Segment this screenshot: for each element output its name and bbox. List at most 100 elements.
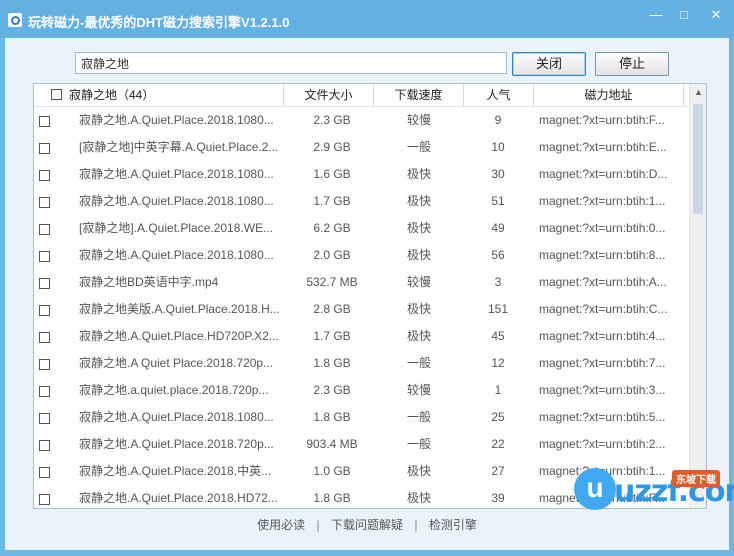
link-read-first[interactable]: 使用必读 — [257, 516, 305, 533]
cell-speed: 极快 — [406, 464, 431, 478]
cell-magnet: magnet:?xt=urn:btih:F... — [539, 113, 665, 127]
header-size[interactable]: 文件大小 — [284, 84, 374, 106]
table-row[interactable]: 寂静之地BD英语中字.mp4 532.7 MB 较慢 3 magnet:?xt=urn:… — [34, 269, 689, 296]
cell-name: 寂静之地.A.Quiet.Place.2018.中英... — [79, 464, 272, 478]
table-row[interactable]: 寂静之地.A.Quiet.Place.2018.1080... 1.7 GB 极快 5… — [34, 188, 689, 215]
cell-size: 1.0 GB — [313, 464, 351, 478]
cell-size: 2.9 GB — [313, 140, 351, 154]
table-row[interactable]: 寂静之地.a.quiet.place.2018.720p... 2.3 GB 较慢 1… — [34, 377, 689, 404]
cell-name: 寂静之地.A.Quiet.Place.HD720P.X2... — [79, 329, 279, 343]
title-bar[interactable]: 玩转磁力-最优秀的DHT磁力搜索引擎V1.2.1.0 — □ ✕ — [0, 0, 734, 38]
cell-name: [寂静之地].A.Quiet.Place.2018.WE... — [79, 221, 274, 235]
cell-popularity: 49 — [491, 221, 505, 235]
header-speed[interactable]: 下载速度 — [374, 84, 464, 106]
cell-magnet: magnet:?xt=urn:btih:0... — [539, 221, 666, 235]
cell-magnet: magnet:?xt=urn:btih:7... — [539, 356, 666, 370]
cell-popularity: 22 — [491, 437, 505, 451]
header-popularity[interactable]: 人气 — [464, 84, 534, 106]
search-input[interactable] — [75, 52, 507, 74]
minimize-button[interactable]: — — [642, 6, 670, 24]
row-checkbox[interactable] — [39, 278, 50, 289]
list-header: 寂静之地（44） 文件大小 下载速度 人气 磁力地址 — [34, 84, 689, 107]
cell-name: 寂静之地.a.quiet.place.2018.720p... — [79, 383, 269, 397]
cell-size: 1.7 GB — [313, 329, 351, 343]
table-row[interactable]: 寂静之地.A.Quiet.Place.2018.1080... 2.0 GB 极快 5… — [34, 242, 689, 269]
header-magnet[interactable]: 磁力地址 — [534, 84, 684, 106]
row-checkbox[interactable] — [39, 305, 50, 316]
link-download-faq[interactable]: 下载问题解疑 — [331, 516, 403, 533]
row-checkbox[interactable] — [39, 440, 50, 451]
row-checkbox[interactable] — [39, 413, 50, 424]
row-checkbox[interactable] — [39, 143, 50, 154]
cell-speed: 极快 — [406, 329, 431, 343]
scrollbar-thumb[interactable] — [693, 104, 703, 214]
select-all-checkbox[interactable] — [51, 89, 62, 100]
row-checkbox[interactable] — [39, 116, 50, 127]
cell-magnet: magnet:?xt=urn:btih:4... — [539, 329, 666, 343]
cell-magnet: magnet:?xt=urn:btih:C... — [539, 302, 668, 316]
table-row[interactable]: [寂静之地]中英字幕.A.Quiet.Place.2... 2.9 GB 一般 10 m… — [34, 134, 689, 161]
cell-name: 寂静之地.A.Quiet.Place.2018.720p... — [79, 437, 274, 451]
table-row[interactable]: 寂静之地.A.Quiet.Place.HD720P.X2... 1.7 GB 极快 4… — [34, 323, 689, 350]
cell-speed: 较慢 — [406, 383, 431, 397]
row-checkbox[interactable] — [39, 197, 50, 208]
table-row[interactable]: 寂静之地.A.Quiet.Place.2018.1080... 1.8 GB 一般 2… — [34, 404, 689, 431]
cell-popularity: 1 — [494, 383, 502, 397]
table-row[interactable]: [寂静之地].A.Quiet.Place.2018.WE... 6.2 GB 极快 4… — [34, 215, 689, 242]
row-checkbox[interactable] — [39, 224, 50, 235]
cell-name: 寂静之地.A.Quiet.Place.2018.1080... — [79, 167, 274, 181]
cell-name: 寂静之地美版.A.Quiet.Place.2018.H... — [79, 302, 280, 316]
cell-size: 2.3 GB — [313, 383, 351, 397]
cell-speed: 一般 — [406, 410, 431, 424]
cell-speed: 极快 — [406, 248, 431, 262]
close-window-button[interactable]: ✕ — [702, 6, 730, 24]
cell-speed: 一般 — [406, 356, 431, 370]
cell-popularity: 10 — [491, 140, 505, 154]
cell-speed: 极快 — [406, 491, 431, 505]
close-button[interactable]: 关闭 — [512, 52, 586, 76]
maximize-button[interactable]: □ — [670, 6, 698, 24]
row-checkbox[interactable] — [39, 386, 50, 397]
link-check-engine[interactable]: 检测引擎 — [429, 516, 477, 533]
search-icon — [8, 13, 22, 27]
table-row[interactable]: 寂静之地.A Quiet Place.2018.720p... 1.8 GB 一般 1… — [34, 350, 689, 377]
cell-popularity: 25 — [491, 410, 505, 424]
vertical-scrollbar[interactable]: ▲ — [689, 84, 706, 508]
row-checkbox[interactable] — [39, 494, 50, 505]
cell-popularity: 12 — [491, 356, 505, 370]
stop-button[interactable]: 停止 — [595, 52, 669, 76]
cell-size: 532.7 MB — [306, 275, 358, 289]
cell-name: 寂静之地.A.Quiet.Place.2018.1080... — [79, 194, 274, 208]
row-checkbox[interactable] — [39, 467, 50, 478]
row-checkbox[interactable] — [39, 332, 50, 343]
cell-popularity: 27 — [491, 464, 505, 478]
cell-name: 寂静之地BD英语中字.mp4 — [79, 275, 219, 289]
table-row[interactable]: 寂静之地.A.Quiet.Place.2018.1080... 1.6 GB 极快 3… — [34, 161, 689, 188]
cell-magnet: magnet:?xt=urn:btih:D... — [539, 167, 668, 181]
cell-name: 寂静之地.A.Quiet.Place.2018.HD72... — [79, 491, 278, 505]
footer-separator: | — [414, 518, 418, 532]
cell-magnet: magnet:?xt=urn:btih:2... — [539, 437, 666, 451]
cell-speed: 较慢 — [406, 113, 431, 127]
row-checkbox[interactable] — [39, 359, 50, 370]
cell-size: 1.7 GB — [313, 194, 351, 208]
cell-speed: 极快 — [406, 167, 431, 181]
cell-name: 寂静之地.A.Quiet.Place.2018.1080... — [79, 113, 274, 127]
table-row[interactable]: 寂静之地.A.Quiet.Place.2018.720p... 903.4 MB 一… — [34, 431, 689, 458]
scroll-up-icon[interactable]: ▲ — [690, 84, 706, 101]
watermark-logo: u uzzf.com 东坡下载 — [574, 468, 734, 512]
cell-magnet: magnet:?xt=urn:btih:A... — [539, 275, 667, 289]
window-title: 玩转磁力-最优秀的DHT磁力搜索引擎V1.2.1.0 — [28, 15, 290, 30]
cell-popularity: 30 — [491, 167, 505, 181]
row-checkbox[interactable] — [39, 170, 50, 181]
footer-separator: | — [316, 518, 320, 532]
cell-speed: 极快 — [406, 194, 431, 208]
row-checkbox[interactable] — [39, 251, 50, 262]
header-name[interactable]: 寂静之地（44） — [66, 84, 284, 106]
cell-speed: 较慢 — [406, 275, 431, 289]
table-row[interactable]: 寂静之地美版.A.Quiet.Place.2018.H... 2.8 GB 极快 15… — [34, 296, 689, 323]
cell-size: 1.6 GB — [313, 167, 351, 181]
table-row[interactable]: 寂静之地.A.Quiet.Place.2018.1080... 2.3 GB 较慢 9… — [34, 107, 689, 134]
cell-popularity: 9 — [494, 113, 502, 127]
watermark-u-icon: u — [574, 468, 616, 510]
